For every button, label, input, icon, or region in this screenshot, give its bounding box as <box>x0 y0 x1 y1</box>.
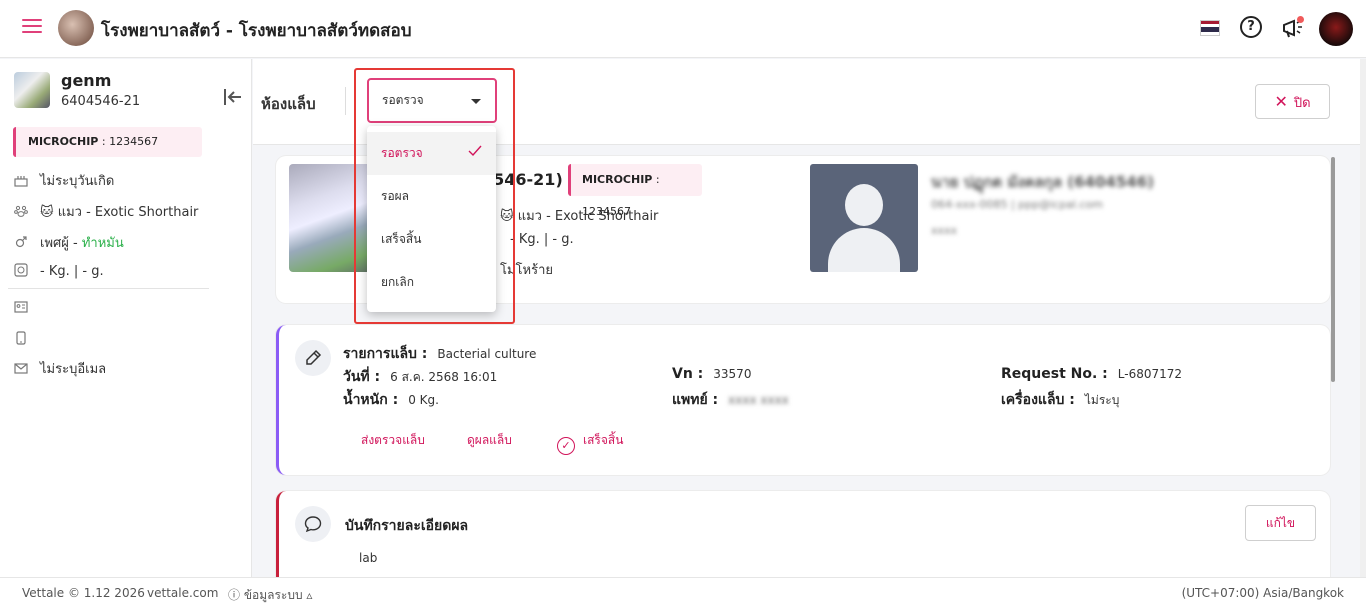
pet-name: genm <box>61 71 112 90</box>
footer-copyright: Vettale © 1.12 2026 <box>22 586 145 600</box>
toolbar-divider <box>345 87 346 115</box>
phone-icon <box>16 331 26 345</box>
pet-card-species: 🐱 แมว - Exotic Shorthair <box>500 209 659 224</box>
pet-hn: 6404546-21 <box>61 94 141 109</box>
footer: Vettale © 1.12 2026 vettale.com ⓘ ข้อมูล… <box>0 577 1366 607</box>
sidebar-divider <box>8 288 209 289</box>
lab-item-field: รายการแล็บ : Bacterial culture <box>343 346 537 362</box>
gender-icon <box>15 236 27 248</box>
pet-card-weight: - Kg. | - g. <box>510 232 574 247</box>
close-button[interactable]: ✕ ปิด <box>1255 84 1330 119</box>
sex-row: เพศผู้ - ทำหมัน <box>14 232 124 252</box>
footer-site-link[interactable]: vettale.com <box>147 586 218 600</box>
owner-contact: 064-xxx-0085 | ppp@icpal.com <box>931 198 1103 211</box>
status-option-waiting[interactable]: รอตรวจ <box>367 132 496 175</box>
lab-weight-field: น้ำหนัก :0 Kg. <box>343 392 439 408</box>
clinic-title: โรงพยาบาลสัตว์ - โรงพยาบาลสัตว์ทดสอบ <box>101 21 412 41</box>
top-bar: โรงพยาบาลสัตว์ - โรงพยาบาลสัตว์ทดสอบ ? <box>0 0 1366 58</box>
note-text: lab <box>359 551 378 565</box>
check-circle-icon: ✓ <box>557 437 575 455</box>
lab-request-card: รายการแล็บ : Bacterial culture วันที่ :6 … <box>276 325 1330 475</box>
status-select[interactable]: รอตรวจ <box>367 78 497 123</box>
birthdate-row: ไม่ระบุวันเกิด <box>14 170 114 190</box>
send-lab-button[interactable]: ส่งตรวจแล็บ <box>361 431 425 450</box>
view-result-button[interactable]: ดูผลแล็บ <box>467 431 512 450</box>
status-dropdown: รอตรวจ รอผล เสร็จสิ้น ยกเลิก <box>367 126 496 312</box>
owner-extra: xxxx <box>931 224 958 237</box>
lab-vn-field: Vn :33570 <box>672 366 752 382</box>
mail-icon <box>14 363 28 374</box>
check-icon <box>468 145 482 157</box>
cake-icon <box>14 176 28 187</box>
email-row: ไม่ระบุอีเมล <box>14 358 106 378</box>
pet-card-temperament: โมโหร้าย <box>500 263 554 278</box>
collapse-sidebar-icon[interactable] <box>222 87 244 107</box>
comment-icon <box>295 506 331 542</box>
weight-row: - Kg. | - g. <box>14 263 104 283</box>
id-card-icon <box>14 301 28 313</box>
clinic-logo <box>58 10 94 46</box>
mark-done-button[interactable]: ✓ เสร็จสิ้น <box>557 431 623 455</box>
status-option-cancelled[interactable]: ยกเลิก <box>367 261 496 304</box>
content-scroll-thumb[interactable] <box>1331 157 1335 382</box>
owner-avatar <box>810 164 918 272</box>
scale-icon <box>14 263 28 277</box>
system-info-link[interactable]: ⓘ ข้อมูลระบบ ▵ <box>228 586 312 605</box>
lab-date-field: วันที่ :6 ส.ค. 2568 16:01 <box>343 369 498 385</box>
help-icon[interactable]: ? <box>1240 16 1262 38</box>
caret-down-icon <box>471 99 481 104</box>
microchip-badge: MICROCHIP : 1234567 <box>13 127 202 157</box>
lab-machine-field: เครื่องแล็บ : ไม่ระบุ <box>1001 392 1120 408</box>
menu-icon[interactable] <box>22 19 42 39</box>
lab-request-field: Request No. : L-6807172 <box>1001 366 1183 382</box>
note-title: บันทึกรายละเอียดผล <box>345 518 469 534</box>
status-option-done[interactable]: เสร็จสิ้น <box>367 218 496 261</box>
id-card-row <box>14 300 40 320</box>
species-row: 🐱 แมว - Exotic Shorthair <box>14 201 198 221</box>
pet-thumbnail <box>14 72 50 108</box>
footer-timezone: (UTC+07:00) Asia/Bangkok <box>1181 586 1344 600</box>
close-icon: ✕ <box>1274 92 1288 111</box>
pet-card-microchip: MICROCHIP : 1234567 <box>568 164 702 218</box>
phone-row <box>14 331 40 351</box>
pet-sidebar: genm 6404546-21 MICROCHIP : 1234567 ไม่ร… <box>0 59 252 577</box>
paw-icon <box>14 205 28 217</box>
page-scrollbar[interactable] <box>1360 59 1366 577</box>
user-avatar[interactable] <box>1319 12 1353 46</box>
edit-button[interactable]: แก้ไข <box>1245 505 1316 541</box>
status-option-awaiting-result[interactable]: รอผล <box>367 175 496 218</box>
section-title: ห้องแล็บ <box>261 95 316 113</box>
owner-name: นาย ปฏุกต มังคลกุล (6404546) <box>931 173 1155 191</box>
lab-doctor-field: แพทย์ : xxxx xxxx <box>672 392 789 408</box>
sterile-status: ทำหมัน <box>81 236 124 251</box>
pipette-icon <box>295 340 331 376</box>
thai-flag-icon[interactable] <box>1200 20 1220 36</box>
notification-dot <box>1297 16 1304 23</box>
